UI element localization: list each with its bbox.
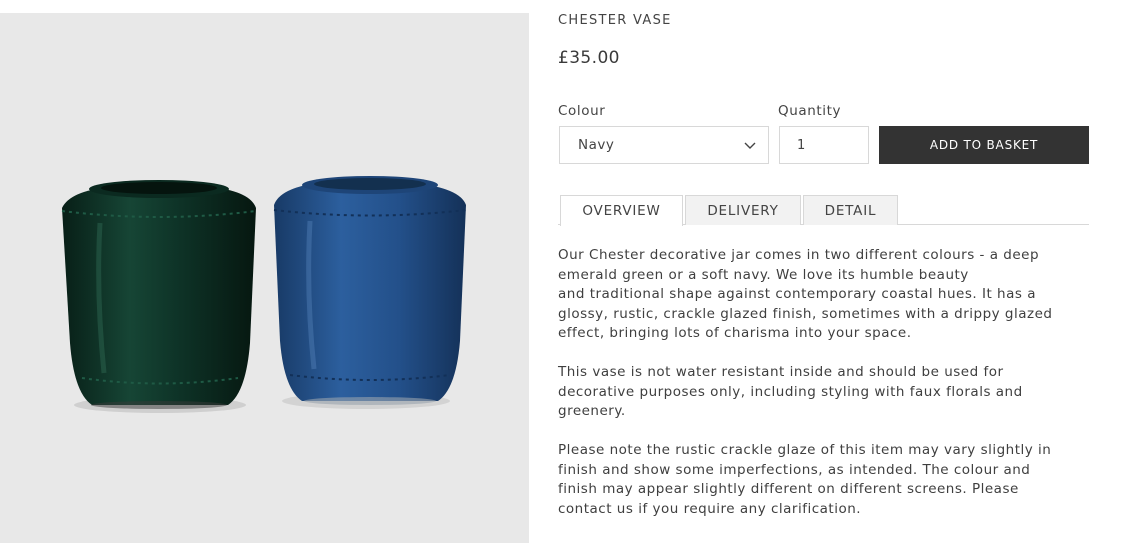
- colour-select-value: Navy: [578, 137, 615, 153]
- chevron-down-icon: [744, 142, 756, 149]
- product-tabs: OVERVIEW DELIVERY DETAIL: [558, 195, 1089, 226]
- overview-paragraph: Our Chester decorative jar comes in two …: [558, 247, 1053, 341]
- tab-overview[interactable]: OVERVIEW: [560, 195, 683, 226]
- vases-illustration: [61, 176, 467, 413]
- colour-label: Colour: [558, 103, 606, 119]
- quantity-input[interactable]: [779, 126, 869, 164]
- overview-content: Our Chester decorative jar comes in two …: [558, 246, 1078, 539]
- overview-paragraph: Please note the rustic crackle glaze of …: [558, 442, 1052, 517]
- colour-select[interactable]: Navy: [559, 126, 769, 164]
- tab-delivery[interactable]: DELIVERY: [685, 195, 801, 225]
- quantity-label: Quantity: [778, 103, 842, 119]
- navy-vase: [273, 176, 467, 405]
- product-title: CHESTER VASE: [558, 13, 672, 28]
- product-image[interactable]: [0, 13, 529, 543]
- add-to-basket-button[interactable]: ADD TO BASKET: [879, 126, 1089, 164]
- product-price: £35.00: [558, 48, 620, 68]
- green-vase: [61, 180, 257, 409]
- tab-detail[interactable]: DETAIL: [803, 195, 898, 225]
- overview-paragraph: This vase is not water resistant inside …: [558, 364, 1023, 419]
